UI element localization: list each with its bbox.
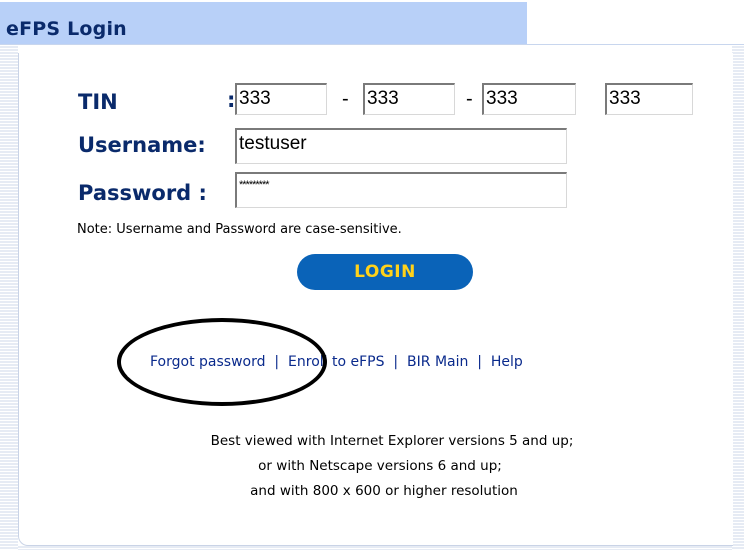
- password-label: Password :: [78, 181, 207, 205]
- tin-field-2[interactable]: 333: [363, 83, 455, 115]
- footer-links: Forgot password | Enroll to eFPS | BIR M…: [150, 354, 523, 370]
- link-separator: |: [388, 354, 403, 370]
- title-tab: eFPS Login: [0, 0, 527, 44]
- bir-main-link[interactable]: BIR Main: [407, 354, 468, 370]
- password-field[interactable]: *********: [235, 172, 567, 208]
- link-separator: |: [269, 354, 284, 370]
- help-link[interactable]: Help: [491, 354, 523, 370]
- case-sensitive-note: Note: Username and Password are case-sen…: [77, 222, 402, 237]
- left-border-stripes: [0, 45, 18, 550]
- forgot-password-link[interactable]: Forgot password: [150, 354, 266, 370]
- link-separator: |: [472, 354, 487, 370]
- enroll-link[interactable]: Enroll to eFPS: [288, 354, 384, 370]
- browser-info-line-3: and with 800 x 600 or higher resolution: [250, 483, 518, 499]
- username-label: Username:: [78, 133, 206, 157]
- tin-separator-1: -: [342, 88, 349, 110]
- efps-login-window: eFPS Login TIN : 333 - 333 - 333 333 Use…: [0, 0, 744, 550]
- tin-field-4[interactable]: 333: [605, 83, 693, 115]
- right-border-stripes: [732, 45, 744, 550]
- tin-label: TIN: [78, 90, 118, 114]
- browser-info-line-1: Best viewed with Internet Explorer versi…: [210, 433, 574, 449]
- tin-field-3[interactable]: 333: [482, 83, 576, 115]
- login-panel: [0, 44, 744, 550]
- tin-field-1[interactable]: 333: [235, 83, 327, 115]
- username-field[interactable]: testuser: [235, 128, 567, 164]
- login-button[interactable]: LOGIN: [297, 254, 473, 290]
- browser-info-line-2: or with Netscape versions 6 and up;: [258, 458, 502, 474]
- tin-separator-2: -: [466, 88, 473, 110]
- window-title: eFPS Login: [6, 18, 127, 40]
